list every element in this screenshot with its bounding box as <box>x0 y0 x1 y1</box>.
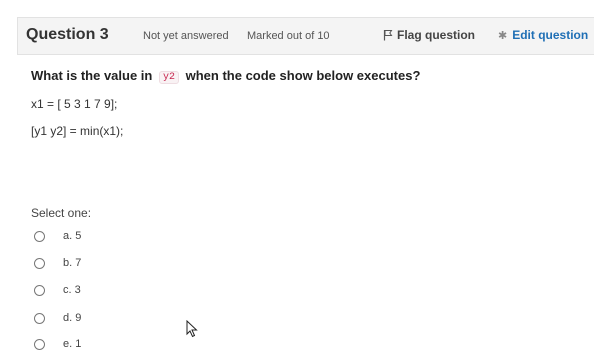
radio-button[interactable] <box>34 257 45 269</box>
gear-icon: ✱ <box>498 29 508 42</box>
flag-question-label: Flag question <box>397 28 475 42</box>
code-variable: y2 <box>158 71 179 84</box>
answer-option-d[interactable]: d. 9 <box>34 312 81 324</box>
question-text-before: What is the value in <box>31 68 153 83</box>
radio-button[interactable] <box>34 230 45 242</box>
answer-option-e[interactable]: e. 1 <box>34 338 81 350</box>
question-number: Question 3 <box>26 26 109 43</box>
radio-button[interactable] <box>34 338 45 350</box>
code-line-2: [y1 y2] = min(x1); <box>31 124 124 138</box>
code-line-1: x1 = [ 5 3 1 7 9]; <box>31 97 118 111</box>
edit-question-link[interactable]: ✱ Edit question <box>498 28 588 42</box>
question-text: What is the value in y2 when the code sh… <box>31 68 420 84</box>
answer-option-label: a. 5 <box>63 230 82 242</box>
answer-option-a[interactable]: a. 5 <box>34 230 81 242</box>
answer-option-b[interactable]: b. 7 <box>34 257 81 269</box>
answer-option-label: e. 1 <box>63 338 82 350</box>
radio-button[interactable] <box>34 284 45 296</box>
question-state: Not yet answered <box>143 30 229 42</box>
question-grade: Marked out of 10 <box>247 30 330 42</box>
flag-question-link[interactable]: Flag question <box>383 28 475 42</box>
question-text-after: when the code show below executes? <box>185 68 421 83</box>
flag-icon <box>383 30 393 41</box>
edit-question-label: Edit question <box>512 28 589 42</box>
select-one-prompt: Select one: <box>31 206 92 220</box>
answer-option-label: b. 7 <box>63 257 82 269</box>
question-info-header: Question 3 Not yet answered Marked out o… <box>17 17 594 55</box>
radio-button[interactable] <box>34 312 45 324</box>
answer-option-label: d. 9 <box>63 312 82 324</box>
answer-option-label: c. 3 <box>63 284 81 296</box>
answer-option-c[interactable]: c. 3 <box>34 284 81 296</box>
mouse-pointer-icon <box>186 320 198 338</box>
